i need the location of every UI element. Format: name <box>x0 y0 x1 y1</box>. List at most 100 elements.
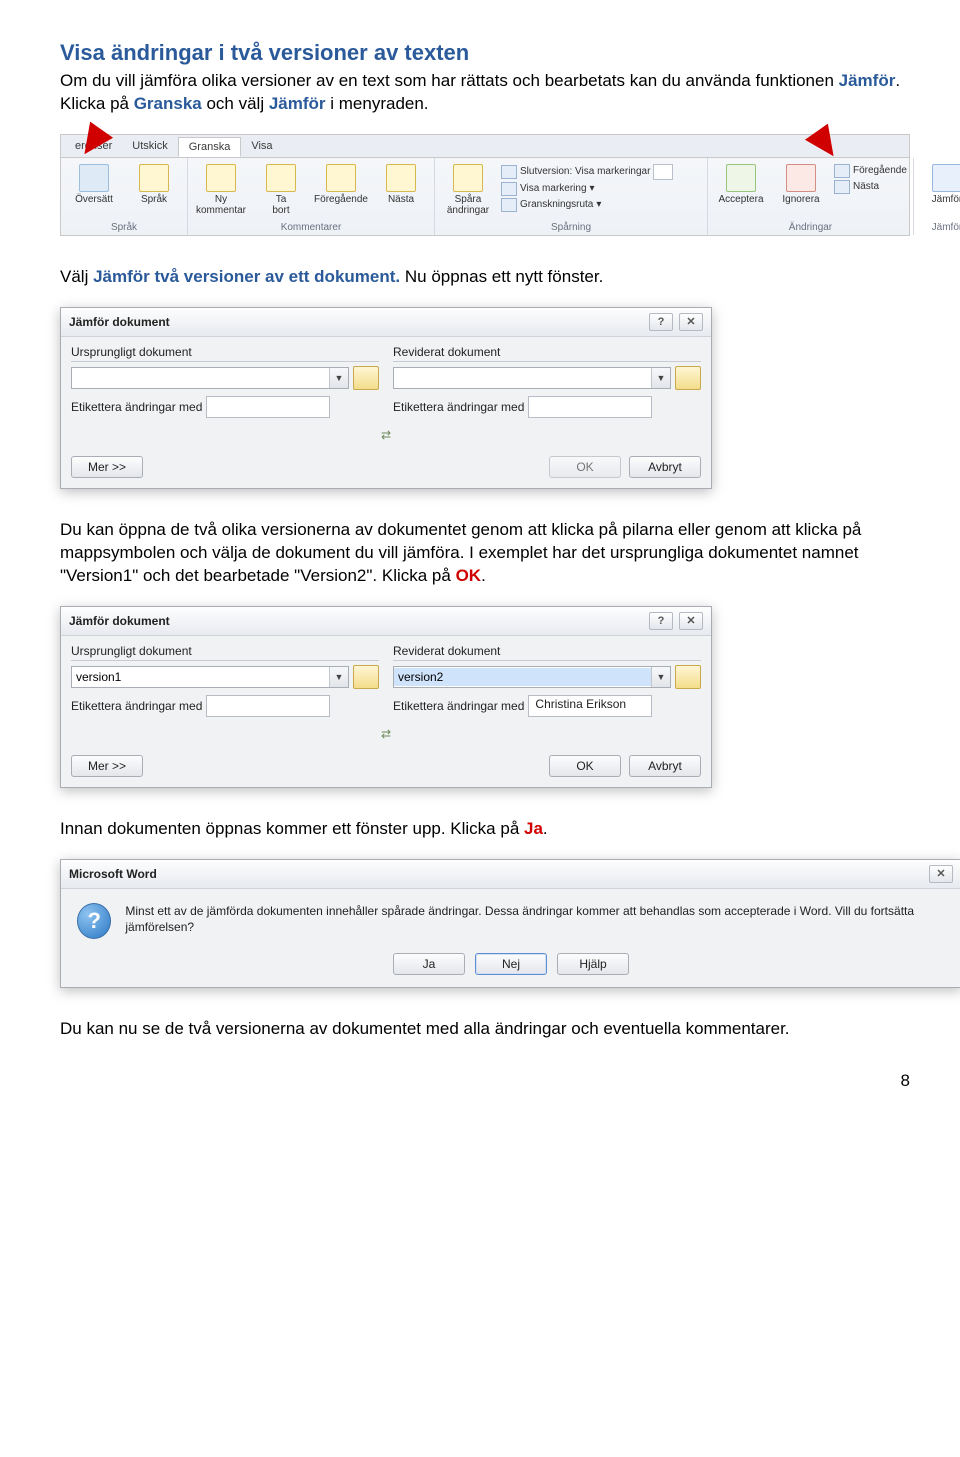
label: Ta bort <box>272 194 289 216</box>
previous-icon <box>834 164 850 178</box>
revised-document-combo[interactable]: ▼ <box>393 666 671 688</box>
help-icon[interactable]: ? <box>649 612 673 630</box>
alert-message: Minst ett av de jämförda dokumenten inne… <box>125 903 945 937</box>
show-markup-dropdown[interactable]: Visa markering ▾ <box>501 182 673 196</box>
previous-icon <box>326 164 356 192</box>
group-name: Jämför <box>920 222 960 233</box>
label-changes-original-value <box>206 695 330 717</box>
browse-original-button[interactable] <box>353 665 379 689</box>
original-document-input[interactable] <box>72 668 329 686</box>
swap-icon[interactable]: ⇄ <box>375 727 397 743</box>
ok-button[interactable]: OK <box>549 755 621 777</box>
group-name: Spårning <box>441 222 701 233</box>
original-document-combo[interactable]: ▼ <box>71 367 349 389</box>
close-icon[interactable]: ✕ <box>679 313 703 331</box>
original-document-input[interactable] <box>72 369 329 387</box>
more-button[interactable]: Mer >> <box>71 755 143 777</box>
language-button[interactable]: Språk <box>127 162 181 207</box>
dialog-title: Jämför dokument <box>69 315 170 329</box>
browse-revised-button[interactable] <box>675 665 701 689</box>
group-name: Ändringar <box>714 222 907 233</box>
label: Föregående <box>314 194 368 205</box>
text: . <box>543 819 548 838</box>
compare-button[interactable]: Jämför <box>920 162 960 207</box>
prev-comment-button[interactable]: Föregående <box>314 162 368 207</box>
next-comment-button[interactable]: Nästa <box>374 162 428 207</box>
swap-icon[interactable]: ⇄ <box>375 428 397 444</box>
ribbon-group-tracking: Spåra ändringar Slutversion: Visa marker… <box>435 158 708 235</box>
group-name: Språk <box>67 222 181 233</box>
ribbon-body: Översätt Språk Språk Ny kommentar Ta bor… <box>61 158 909 235</box>
chevron-down-icon[interactable]: ▼ <box>329 368 348 388</box>
revised-document-input[interactable] <box>394 668 651 686</box>
close-icon[interactable]: ✕ <box>929 865 953 883</box>
label: Översätt <box>75 194 113 205</box>
accept-button[interactable]: Acceptera <box>714 162 768 207</box>
label: Acceptera <box>718 194 763 205</box>
revised-document-label: Reviderat dokument <box>393 345 701 362</box>
track-changes-button[interactable]: Spåra ändringar <box>441 162 495 218</box>
dialog-titlebar[interactable]: Microsoft Word ✕ <box>61 860 960 889</box>
revised-document-label: Reviderat dokument <box>393 644 701 661</box>
cancel-button[interactable]: Avbryt <box>629 755 701 777</box>
label: Föregående <box>853 165 907 176</box>
new-comment-button[interactable]: Ny kommentar <box>194 162 248 218</box>
paragraph-5: Du kan nu se de två versionerna av dokum… <box>60 1018 910 1041</box>
browse-revised-button[interactable] <box>675 366 701 390</box>
label: Visa markering <box>520 183 587 194</box>
next-icon <box>386 164 416 192</box>
dialog-title: Microsoft Word <box>69 867 157 881</box>
new-comment-icon <box>206 164 236 192</box>
tab-view[interactable]: Visa <box>241 137 282 157</box>
ribbon-tabs: erenser Utskick Granska Visa <box>61 135 909 158</box>
revised-document-combo[interactable]: ▼ <box>393 367 671 389</box>
tab-mailings[interactable]: Utskick <box>122 137 177 157</box>
keyword-jamfor: Jämför <box>839 71 896 90</box>
label-changes-revised-value: Christina Erikson <box>528 695 652 717</box>
cancel-button[interactable]: Avbryt <box>629 456 701 478</box>
dialog-titlebar[interactable]: Jämför dokument ? ✕ <box>61 308 711 337</box>
ok-button[interactable]: OK <box>549 456 621 478</box>
help-icon[interactable]: ? <box>649 313 673 331</box>
label: Nästa <box>853 181 879 192</box>
keyword-ja: Ja <box>524 819 543 838</box>
original-document-combo[interactable]: ▼ <box>71 666 349 688</box>
yes-button[interactable]: Ja <box>393 953 465 975</box>
chevron-down-icon <box>653 164 673 180</box>
next-icon <box>834 180 850 194</box>
reject-button[interactable]: Ignorera <box>774 162 828 207</box>
chevron-down-icon[interactable]: ▼ <box>651 667 670 687</box>
dialog-titlebar[interactable]: Jämför dokument ? ✕ <box>61 607 711 636</box>
translate-icon <box>79 164 109 192</box>
revised-document-input[interactable] <box>394 369 651 387</box>
reviewing-pane-dropdown[interactable]: Granskningsruta ▾ <box>501 198 673 212</box>
group-name: Kommentarer <box>194 222 428 233</box>
help-button[interactable]: Hjälp <box>557 953 629 975</box>
tab-review[interactable]: Granska <box>178 137 242 157</box>
label: Spåra ändringar <box>447 194 489 216</box>
chevron-down-icon: ▾ <box>590 183 595 194</box>
label: Slutversion: Visa markeringar <box>520 166 650 177</box>
translate-button[interactable]: Översätt <box>67 162 121 207</box>
close-icon[interactable]: ✕ <box>679 612 703 630</box>
more-button[interactable]: Mer >> <box>71 456 143 478</box>
browse-original-button[interactable] <box>353 366 379 390</box>
delete-comment-button[interactable]: Ta bort <box>254 162 308 218</box>
label-changes-original-value <box>206 396 330 418</box>
keyword-jamfor-2: Jämför <box>269 94 326 113</box>
chevron-down-icon[interactable]: ▼ <box>329 667 348 687</box>
next-change-button[interactable]: Nästa <box>834 180 907 194</box>
previous-change-button[interactable]: Föregående <box>834 164 907 178</box>
delete-icon <box>266 164 296 192</box>
action-link: Jämför två versioner av ett dokument. <box>93 267 400 286</box>
no-button[interactable]: Nej <box>475 953 547 975</box>
question-icon: ? <box>77 903 111 939</box>
compare-dialog-filled: Jämför dokument ? ✕ Ursprungligt dokumen… <box>60 606 712 788</box>
text: i menyraden. <box>326 94 429 113</box>
display-for-review-dropdown[interactable]: Slutversion: Visa markeringar <box>501 164 673 180</box>
text: Nu öppnas ett nytt fönster. <box>405 267 603 286</box>
page-number: 8 <box>60 1071 910 1091</box>
compare-icon <box>932 164 960 192</box>
text: Innan dokumenten öppnas kommer ett fönst… <box>60 819 524 838</box>
chevron-down-icon[interactable]: ▼ <box>651 368 670 388</box>
